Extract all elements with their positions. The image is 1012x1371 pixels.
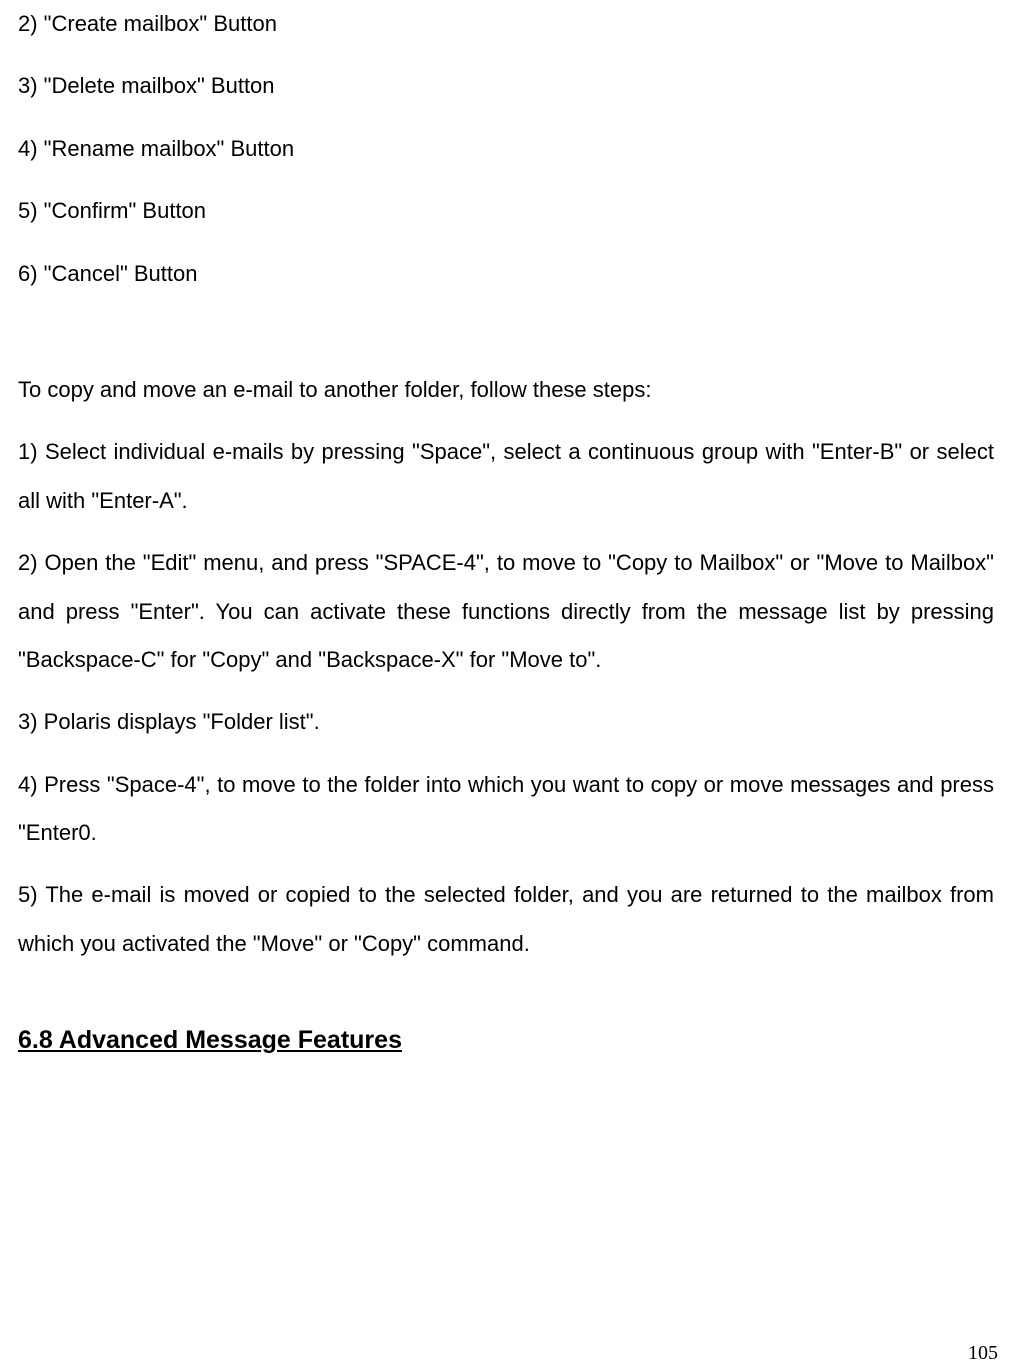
list-item: 2) "Create mailbox" Button	[18, 0, 994, 48]
list-item: 6) "Cancel" Button	[18, 250, 994, 298]
step-text: 2) Open the "Edit" menu, and press "SPAC…	[18, 539, 994, 684]
list-item: 3) "Delete mailbox" Button	[18, 62, 994, 110]
section-heading: 6.8 Advanced Message Features	[18, 1026, 994, 1055]
list-item: 4) "Rename mailbox" Button	[18, 125, 994, 173]
section-intro: To copy and move an e-mail to another fo…	[18, 366, 994, 414]
step-text: 4) Press "Space-4", to move to the folde…	[18, 761, 994, 858]
document-page: 2) "Create mailbox" Button 3) "Delete ma…	[0, 0, 1012, 1371]
list-item: 5) "Confirm" Button	[18, 187, 994, 235]
step-text: 1) Select individual e-mails by pressing…	[18, 428, 994, 525]
step-text: 5) The e-mail is moved or copied to the …	[18, 871, 994, 968]
spacer	[18, 312, 994, 366]
step-text: 3) Polaris displays "Folder list".	[18, 698, 994, 746]
page-number: 105	[968, 1342, 998, 1365]
